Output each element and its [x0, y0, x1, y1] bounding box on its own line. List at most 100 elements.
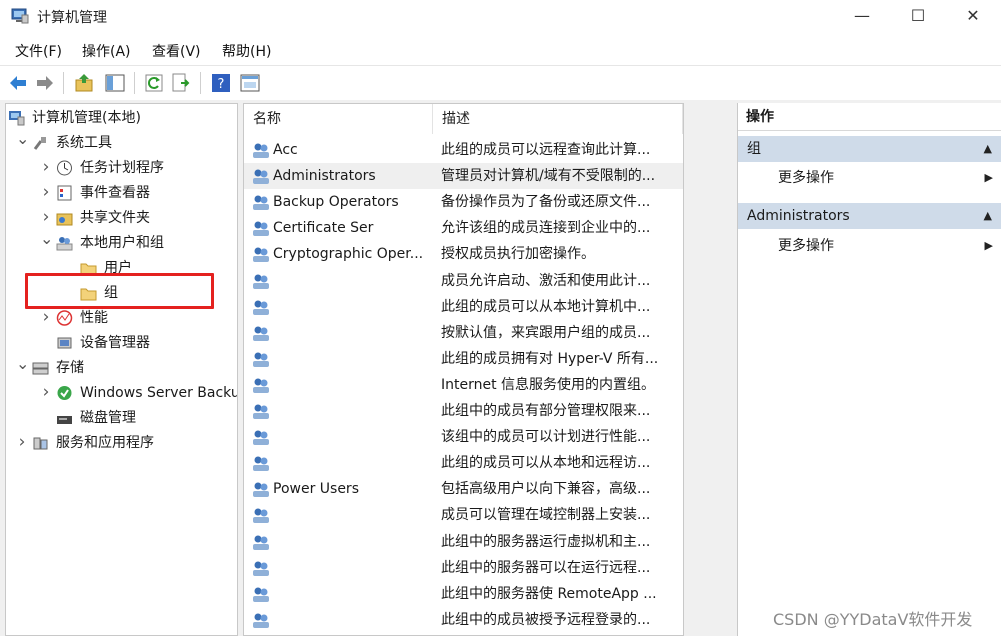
submenu-arrow-icon: ▶ — [984, 239, 993, 252]
group-description: 成员可以管理在域控制器上安装... — [441, 507, 651, 524]
list-item[interactable]: Power Users 包括高级用户以向下兼容，高级... — [244, 476, 683, 502]
list-item[interactable]: 此组中的成员有部分管理权限来... — [244, 398, 683, 424]
actions-title: 操作 — [738, 103, 1001, 131]
console-tree: 计算机管理(本地) ⌄ 系统工具 › 任务计划程序 › 事件查看器 › 共享文件夹 ⌄ 本地用户和组… — [5, 103, 238, 636]
group-icon — [253, 482, 269, 498]
back-icon[interactable] — [7, 72, 29, 94]
title-bar: 计算机管理 — ☐ ✕ — [0, 0, 1001, 34]
refresh-icon[interactable] — [143, 72, 165, 94]
window-title: 计算机管理 — [37, 10, 107, 26]
chevron-right-icon[interactable]: › — [40, 207, 52, 229]
tree-item-label: 计算机管理(本地) — [32, 110, 141, 126]
group-icon — [253, 561, 269, 576]
device-manager-icon — [57, 337, 72, 349]
tree-item-label: 设备管理器 — [80, 335, 150, 351]
group-name: Certificate Ser — [273, 220, 374, 237]
group-description: 成员允许启动、激活和使用此计... — [441, 272, 651, 289]
list-item[interactable]: 该组中的成员可以计划进行性能... — [244, 424, 683, 450]
properties-icon[interactable] — [239, 72, 261, 94]
watermark: CSDN @YYDataV软件开发 — [773, 610, 973, 629]
list-item[interactable]: Administrators 管理员对计算机/域有不受限制的... — [244, 163, 683, 190]
list-item[interactable]: Cryptographic Oper... 授权成员执行加密操作。 — [244, 241, 683, 267]
menu-bar: 文件(F) 操作(A) 查看(V) 帮助(H) — [0, 38, 1001, 64]
group-icon — [253, 430, 269, 446]
group-description: 此组中的成员被授予远程登录的... — [441, 611, 651, 628]
maximize-button[interactable]: ☐ — [890, 0, 946, 34]
up-folder-icon[interactable] — [73, 72, 95, 94]
list-item[interactable]: 成员可以管理在域控制器上安装... — [244, 502, 683, 528]
group-icon — [253, 613, 269, 628]
group-icon — [253, 587, 269, 602]
actions-section-administrators[interactable]: Administrators ▲ — [738, 203, 1001, 229]
group-description: 授权成员执行加密操作。 — [441, 246, 595, 263]
list-item[interactable]: 此组的成员拥有对 Hyper-V 所有... — [244, 346, 683, 372]
menu-view[interactable]: 查看(V) — [152, 41, 201, 61]
list-item[interactable]: 此组的成员可以从本地和远程访... — [244, 450, 683, 476]
more-actions-administrators[interactable]: 更多操作 — [778, 234, 1001, 258]
group-icon — [253, 300, 269, 315]
column-header-name[interactable]: 名称 — [244, 104, 433, 134]
list-item[interactable]: 按默认值，来宾跟用户组的成员... — [244, 320, 683, 346]
group-description: 备份操作员为了备份或还原文件... — [441, 194, 651, 211]
chevron-down-icon[interactable]: ⌄ — [16, 131, 29, 154]
group-icon — [253, 456, 269, 472]
group-description: 此组的成员可以远程查询此计算... — [441, 142, 651, 158]
group-icon — [253, 195, 269, 211]
group-icon — [253, 169, 269, 185]
tree-item-label: 任务计划程序 — [80, 160, 164, 176]
clock-icon — [57, 160, 72, 176]
list-item[interactable]: 此组中的服务器使 RemoteApp ... — [244, 581, 683, 607]
list-item[interactable]: 此组中的服务器运行虚拟机和主... — [244, 529, 683, 555]
list-item[interactable]: 此组中的成员被授予远程登录的... — [244, 607, 683, 633]
workspace: 计算机管理(本地) ⌄ 系统工具 › 任务计划程序 › 事件查看器 › 共享文件夹 ⌄ 本地用户和组… — [0, 100, 1001, 636]
list-item[interactable]: Acc 此组的成员可以远程查询此计算... — [244, 137, 683, 163]
group-icon — [253, 247, 269, 263]
menu-file[interactable]: 文件(F) — [15, 41, 62, 61]
list-item[interactable]: 此组的成员可以从本地计算机中... — [244, 294, 683, 320]
export-list-icon[interactable] — [170, 72, 192, 94]
chevron-down-icon[interactable]: ⌄ — [40, 231, 53, 254]
group-description: 此组的成员可以从本地计算机中... — [441, 298, 651, 315]
minimize-button[interactable]: — — [834, 0, 890, 34]
actions-section-group[interactable]: 组 ▲ — [738, 136, 1001, 162]
list-item[interactable]: 成员允许启动、激活和使用此计... — [244, 268, 683, 294]
menu-action[interactable]: 操作(A) — [82, 41, 131, 61]
tree-item-label: 共享文件夹 — [80, 210, 150, 226]
list-item[interactable]: Internet 信息服务使用的内置组。 — [244, 372, 683, 398]
collapse-up-icon[interactable]: ▲ — [984, 203, 992, 229]
group-description: 此组中的成员有部分管理权限来... — [441, 403, 651, 419]
list-item[interactable]: 此组中的服务器可以在运行远程... — [244, 555, 683, 581]
chevron-right-icon[interactable]: › — [16, 432, 28, 454]
storage-icon — [32, 362, 49, 375]
close-button[interactable]: ✕ — [945, 0, 1001, 34]
computer-management-icon — [11, 8, 29, 24]
submenu-arrow-icon: ▶ — [984, 171, 993, 184]
group-icon — [253, 378, 269, 393]
tree-item-label: 事件查看器 — [80, 185, 150, 201]
collapse-up-icon[interactable]: ▲ — [984, 136, 992, 162]
help-icon[interactable]: ? — [210, 72, 232, 94]
chevron-right-icon[interactable]: › — [40, 182, 52, 204]
group-description: 该组中的成员可以计划进行性能... — [441, 429, 651, 446]
chevron-right-icon[interactable]: › — [40, 157, 52, 179]
group-description: 此组中的服务器运行虚拟机和主... — [441, 533, 651, 550]
group-description: 此组中的服务器使 RemoteApp ... — [441, 585, 657, 602]
forward-icon[interactable] — [34, 72, 56, 94]
show-hide-tree-icon[interactable] — [104, 72, 126, 94]
column-header-description[interactable]: 描述 — [433, 104, 683, 134]
tree-item-label: 磁盘管理 — [80, 410, 136, 426]
event-viewer-icon — [57, 185, 72, 201]
users-icon — [56, 237, 73, 251]
tree-item-label: 本地用户和组 — [80, 235, 164, 251]
group-name: Backup Operators — [273, 194, 399, 211]
chevron-right-icon[interactable]: › — [40, 382, 52, 404]
chevron-down-icon[interactable]: ⌄ — [16, 356, 29, 379]
group-icon — [253, 404, 269, 419]
menu-help[interactable]: 帮助(H) — [222, 41, 271, 61]
chevron-right-icon[interactable]: › — [40, 307, 52, 329]
group-icon — [253, 274, 269, 289]
list-item[interactable]: Certificate Ser 允许该组的成员连接到企业中的... — [244, 215, 683, 241]
more-actions-group[interactable]: 更多操作 — [778, 166, 1001, 190]
group-icon — [253, 326, 269, 341]
list-item[interactable]: Backup Operators 备份操作员为了备份或还原文件... — [244, 189, 683, 215]
